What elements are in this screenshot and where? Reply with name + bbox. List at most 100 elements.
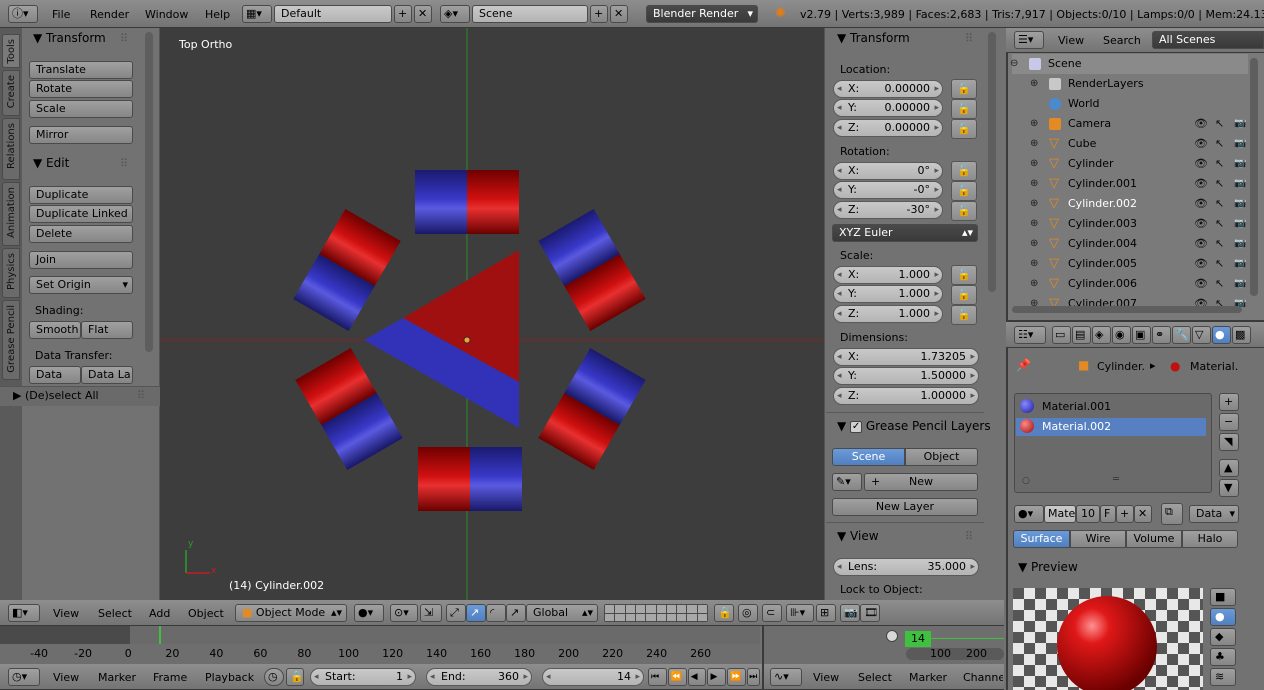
edit-panel-title[interactable]: ▼ Edit [33,156,69,170]
opengl-render-icon[interactable]: 📷 [840,604,860,622]
rotation-x-field[interactable]: X: 0° [833,162,943,180]
set-origin-dropdown[interactable]: Set Origin ▾ [29,276,133,294]
layer-toggle[interactable] [666,605,677,613]
outliner-row[interactable]: World [1012,94,1248,114]
rotation-mode-dropdown[interactable]: XYZ Euler ▴▾ [832,224,978,242]
layout-add-button[interactable]: + [394,5,412,23]
n-transform-title[interactable]: ▼ Transform [837,31,910,45]
timeline-menu-playback[interactable]: Playback [205,671,254,685]
panel-grip-icon[interactable]: ⠿ [965,32,973,45]
flat-button[interactable]: Flat [81,321,133,339]
layer-toggle[interactable] [615,605,625,613]
lock-location-x-icon[interactable]: 🔓 [951,79,977,99]
dimension-x-field[interactable]: X: 1.73205 [833,348,979,366]
scene-name-field[interactable]: Scene [472,5,588,23]
outliner-row[interactable]: ⊖ Scene [1010,54,1248,74]
outliner-row[interactable]: ⊕ ▽ Cylinder.002 👁 ↖ 📷 [1012,194,1248,214]
preview-cube-icon[interactable]: ◆ [1210,628,1236,646]
visibility-eye-icon[interactable]: 👁 [1194,274,1208,294]
outliner-row[interactable]: ⊕ ▽ Cylinder.005 👁 ↖ 📷 [1012,254,1248,274]
layer-toggle[interactable] [615,613,625,621]
renderability-camera-icon[interactable]: 📷 [1234,214,1246,234]
outliner-menu-search[interactable]: Search [1103,34,1141,48]
gp-scene-tab[interactable]: Scene [832,448,905,466]
location-y-field[interactable]: Y: 0.00000 [833,99,943,117]
tab-halo[interactable]: Halo [1182,530,1238,548]
scale-y-field[interactable]: Y: 1.000 [833,285,943,303]
list-filter-icon[interactable]: ○ [1022,476,1030,486]
end-frame-field[interactable]: End: 360 [426,668,532,686]
lock-scale-y-icon[interactable]: 🔓 [951,285,977,305]
play-reverse-icon[interactable]: ◀ [687,668,707,686]
preview-hair-icon[interactable]: ≋ [1210,668,1236,686]
visibility-eye-icon[interactable]: 👁 [1194,154,1208,174]
layer-toggle[interactable] [697,613,707,621]
layout-name-field[interactable]: Default [274,5,392,23]
menu-render[interactable]: Render [90,8,129,22]
selectability-cursor-icon[interactable]: ↖ [1215,234,1224,254]
collapse-icon[interactable]: ⊖ [1010,54,1018,74]
proportional-edit-icon[interactable]: ◎ [738,604,758,622]
add-slot-button[interactable]: + [1219,393,1239,411]
graph-editor-type-button[interactable]: ∿▾ [770,668,802,686]
tab-animation[interactable]: Animation [2,182,20,246]
world-context-icon[interactable]: ◉ [1112,326,1131,344]
move-slot-down-button[interactable]: ▼ [1219,479,1239,497]
cylinder-bottom[interactable] [418,447,522,511]
selectability-cursor-icon[interactable]: ↖ [1215,114,1224,134]
combined-manipulator-icon[interactable]: ↗ [506,604,526,622]
panel-grip-icon[interactable]: ⠿ [120,32,128,45]
expand-icon[interactable]: ⊕ [1030,174,1038,194]
material-slot-row-selected[interactable]: Material.002 [1016,418,1206,436]
gp-new-layer-button[interactable]: New Layer [832,498,978,516]
layer-toggle[interactable] [656,605,666,613]
graph-current-frame-box[interactable]: 14 [905,631,931,647]
layout-remove-button[interactable]: ✕ [414,5,432,23]
layer-toggle[interactable] [697,605,707,613]
view3d-menu-select[interactable]: Select [98,607,132,621]
crumb-object[interactable]: Cylinder. [1097,360,1145,373]
list-resize-grip-icon[interactable]: ═ [1113,474,1119,485]
duplicate-button[interactable]: Duplicate [29,186,133,204]
rotate-button[interactable]: Rotate [29,80,133,98]
snap-toggle-icon[interactable]: ⊂ [762,604,782,622]
selectability-cursor-icon[interactable]: ↖ [1215,214,1224,234]
opengl-anim-icon[interactable]: 🎞 [860,604,880,622]
visibility-eye-icon[interactable]: 👁 [1194,214,1208,234]
view3d-menu-object[interactable]: Object [188,607,224,621]
selectability-cursor-icon[interactable]: ↖ [1215,194,1224,214]
outliner-row[interactable]: ⊕ ▽ Cylinder.003 👁 ↖ 📷 [1012,214,1248,234]
transform-panel-title[interactable]: ▼ Transform [33,31,106,45]
tab-wire[interactable]: Wire [1070,530,1126,548]
outliner-row[interactable]: ⊕ ▽ Cylinder.004 👁 ↖ 📷 [1012,234,1248,254]
dimension-z-field[interactable]: Z: 1.00000 [833,387,979,405]
gp-new-button[interactable]: + New [864,473,978,491]
layer-toggle[interactable] [687,613,697,621]
layout-browse-button[interactable]: ▦▾ [242,5,272,23]
rotate-manipulator-icon[interactable]: ↗ [466,604,486,622]
tab-surface[interactable]: Surface [1013,530,1070,548]
layer-toggle[interactable] [677,605,687,613]
crumb-material[interactable]: Material. [1190,360,1238,373]
expand-icon[interactable]: ⊕ [1030,234,1038,254]
renderability-camera-icon[interactable]: 📷 [1234,254,1246,274]
renderability-camera-icon[interactable]: 📷 [1234,234,1246,254]
expand-icon[interactable]: ⊕ [1030,214,1038,234]
n-panel-scrollbar[interactable] [988,32,996,292]
scene-browse-button[interactable]: ◈▾ [440,5,470,23]
outliner-row[interactable]: ⊕ Camera 👁 ↖ 📷 [1012,114,1248,134]
lock-scale-x-icon[interactable]: 🔓 [951,265,977,285]
data-layout-button[interactable]: Data La [81,366,133,384]
render-engine-dropdown[interactable]: Blender Render ▾ [646,5,758,23]
gp-enable-checkbox[interactable]: ✓ [850,420,863,433]
renderability-camera-icon[interactable]: 📷 [1234,274,1246,294]
lock-scale-z-icon[interactable]: 🔓 [951,305,977,325]
preview-flat-icon[interactable]: ■ [1210,588,1236,606]
renderability-camera-icon[interactable]: 📷 [1234,154,1246,174]
layer-toggle[interactable] [635,613,646,621]
move-slot-up-button[interactable]: ▲ [1219,459,1239,477]
lock-time-icon[interactable]: 🔒 [286,668,304,686]
start-frame-field[interactable]: Start: 1 [310,668,416,686]
rotation-z-field[interactable]: Z: -30° [833,201,943,219]
graph-menu-channel[interactable]: Channel [963,671,1003,685]
